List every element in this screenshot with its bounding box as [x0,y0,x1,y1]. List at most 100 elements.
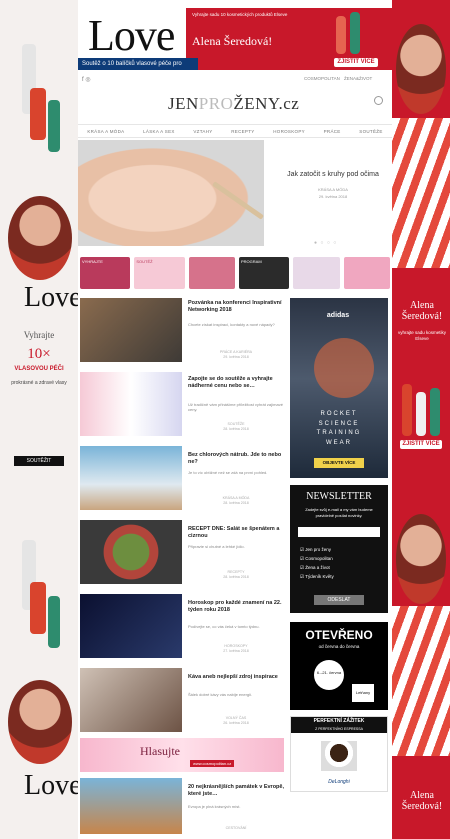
nav-item[interactable]: LÁSKA A SEX [143,129,175,134]
banner-cta-button[interactable]: ZJISTIT VÍCE [334,58,378,67]
article-desc: Už tradičně vám přinášíme příležitost vy… [188,402,283,413]
adidas-ad[interactable]: adidas ROCKET SCIENCE TRAINING WEAR OBJEVTE… [290,298,388,478]
newsletter-option[interactable]: ☑ Jen pro ženy [300,545,380,554]
newsletter-option[interactable]: ☑ Týdeník Květy [300,572,380,581]
article-title[interactable]: Pozvánka na konferenci Inspirativní Netw… [188,300,284,314]
top-banner-ad[interactable]: Love Vyhrajte sadu 10 kosmetických produ… [78,8,392,70]
promo-thumb[interactable] [293,257,340,289]
promo-thumb[interactable]: PROGRAM [238,257,290,289]
article-desc: Připravte si chutné a lehké jídlo. [188,544,245,549]
newsletter-email-field[interactable] [298,527,380,537]
adidas-slogan: ROCKET SCIENCE TRAINING WEAR [316,411,362,446]
article-meta: PRÁCE A KARIÉRA 29. května 2018 [219,350,253,360]
article-title[interactable]: Bez chlorových nátrub. Jde to nebo ne? [188,452,284,466]
left-ad-rail[interactable]: Love Vyhrajte 10× VLASOVOU PÉČI prokrásn… [0,0,78,839]
otevreno-sub: od června do června [318,644,360,649]
main-nav: KRÁSA A MÓDA LÁSKA A SEX VZTAHY RECEPTY … [78,124,392,138]
model-photo [8,196,72,280]
partner-zena-zivot[interactable]: ŽENA&ŽIVOT [344,76,372,81]
social-icons[interactable]: f ◎ [82,76,91,83]
nav-item[interactable]: HOROSKOPY [273,129,305,134]
product-bottle [416,392,426,436]
promo-thumb[interactable] [343,257,390,289]
dress-pattern [392,606,450,756]
hero-caption: Jak zatočit s kruhy pod očima KRÁSA A MÓ… [274,170,392,199]
article-image[interactable] [80,778,182,834]
article-desc: Podívejte se, co vás čeká v tomto týdnu. [188,624,260,629]
love-logo: Love [24,770,78,801]
newsletter-desc: Zadejte svůj e-mail a my vám budeme prav… [305,507,373,518]
runner-figure [314,338,374,398]
product-bottle [48,100,60,152]
model-photo [396,24,446,114]
product-bottle [430,388,440,436]
more-info-button[interactable]: ZJISTIT VÍCE [400,440,442,449]
newsletter-options: ☑ Jen pro ženy ☑ Cosmopolitan ☑ Žena a ž… [300,545,380,581]
article-desc: Je to víc obtížné než se zdá na první po… [188,470,268,475]
site-header: f ◎ COSMOPOLITAN ŽENA&ŽIVOT JENPROŽENY.c… [78,72,392,122]
celebrity-name: Alena Šeredová! [401,790,443,812]
hero-title[interactable]: Jak zatočit s kruhy pod očima [274,170,392,179]
article-title[interactable]: 20 nejkrásnějších památek v Evropě, kter… [188,784,284,798]
nav-item[interactable]: RECEPTY [231,129,254,134]
hero-category: KRÁSA A MÓDA [318,187,348,193]
model-photo [8,680,72,764]
article-image[interactable] [80,520,182,584]
promo-heading: Vyhrajte [23,330,55,340]
product-bottle [336,16,346,54]
article-image[interactable] [80,446,182,510]
letnany-logo: Letňany [352,684,374,702]
otevreno-ad[interactable]: OTEVŘENO od června do června 6.–21. červ… [290,622,388,710]
promo-sub: prokrásné a zdravé vlasy [11,380,67,386]
article-title[interactable]: Horoskop pro každé znamení na 22. týden … [188,600,284,614]
promo-thumb[interactable]: SOUTĚŽ [134,257,185,289]
nav-item[interactable]: SOUTĚŽE [359,129,382,134]
newsletter-option[interactable]: ☑ Žena a život [300,563,380,572]
promo-thumb[interactable]: VYHRAJTE [80,257,131,289]
delonghi-title: PERFEKTNÍ ZÁŽITEK Z PERFEKTNÍHO ESPRESSA [291,717,387,733]
article-image[interactable] [80,668,182,732]
product-bottle [30,88,46,140]
site-logo[interactable]: JENPROŽENY.cz [168,94,299,114]
search-icon[interactable] [374,96,383,105]
article-title[interactable]: RECEPT DNE: Salát se špenátem a cizrnou [188,526,284,540]
article-title[interactable]: Káva aneb nejlepší zdroj inspirace [188,674,284,681]
adidas-cta-button[interactable]: OBJEVTE VÍCE [314,458,364,468]
vote-banner-title: Hlasujte [140,744,180,758]
promo-count: 10× [27,346,51,362]
hero-slider[interactable]: Jak zatočit s kruhy pod očima KRÁSA A MÓ… [78,140,392,248]
article-title[interactable]: Zapojte se do soutěže a vyhrajte nádhern… [188,376,284,390]
newsletter-submit-button[interactable]: ODESLAT [314,595,364,605]
article-meta: KRÁSA A MÓDA 28. května 2018 [222,496,250,506]
product-bottle [30,582,46,634]
slider-dots[interactable]: ● ○ ○ ○ [314,240,344,246]
right-ad-rail[interactable]: Alena Šeredová! vyhrajte sadu kosmetiky E… [392,0,450,839]
dress-pattern [392,118,450,268]
nav-item[interactable]: PRÁCE [324,129,341,134]
banner-red-panel: Vyhrajte sadu 10 kosmetických produktů E… [186,8,392,70]
product-bottle [402,384,412,436]
product-bottle [48,596,60,648]
nav-item[interactable]: VZTAHY [193,129,212,134]
article-meta: SOUTĚŽE 28. května 2018 [223,422,249,432]
article-meta: VOLNÝ ČAS 26. května 2018 [223,716,249,726]
newsletter-option[interactable]: ☑ Cosmopolitan [300,554,380,563]
article-image[interactable] [80,372,182,436]
love-logo: Love [24,282,78,313]
article-meta: CESTOVÁNÍ [225,826,247,830]
vote-banner[interactable]: Hlasujte www.cosmopolitan.cz [80,738,284,772]
promo-thumbnails: VYHRAJTE SOUTĚŽ PROGRAM [78,257,392,289]
otevreno-date: 6.–21. června [314,660,344,690]
article-image[interactable] [80,298,182,362]
delonghi-ad[interactable]: PERFEKTNÍ ZÁŽITEK Z PERFEKTNÍHO ESPRESSA … [290,716,388,792]
hero-image [78,140,264,246]
compete-button[interactable]: SOUTĚŽIT [14,456,64,466]
otevreno-title: OTEVŘENO [305,628,373,642]
delonghi-logo: DeLonghi [328,779,350,785]
partner-cosmopolitan[interactable]: COSMOPOLITAN [304,76,340,81]
newsletter-widget: NEWSLETTER Zadejte svůj e-mail a my vám … [290,485,388,613]
article-image[interactable] [80,594,182,658]
nav-item[interactable]: KRÁSA A MÓDA [87,129,124,134]
banner-promo: Vyhrajte sadu 10 kosmetických produktů E… [192,12,288,17]
promo-thumb[interactable] [188,257,235,289]
